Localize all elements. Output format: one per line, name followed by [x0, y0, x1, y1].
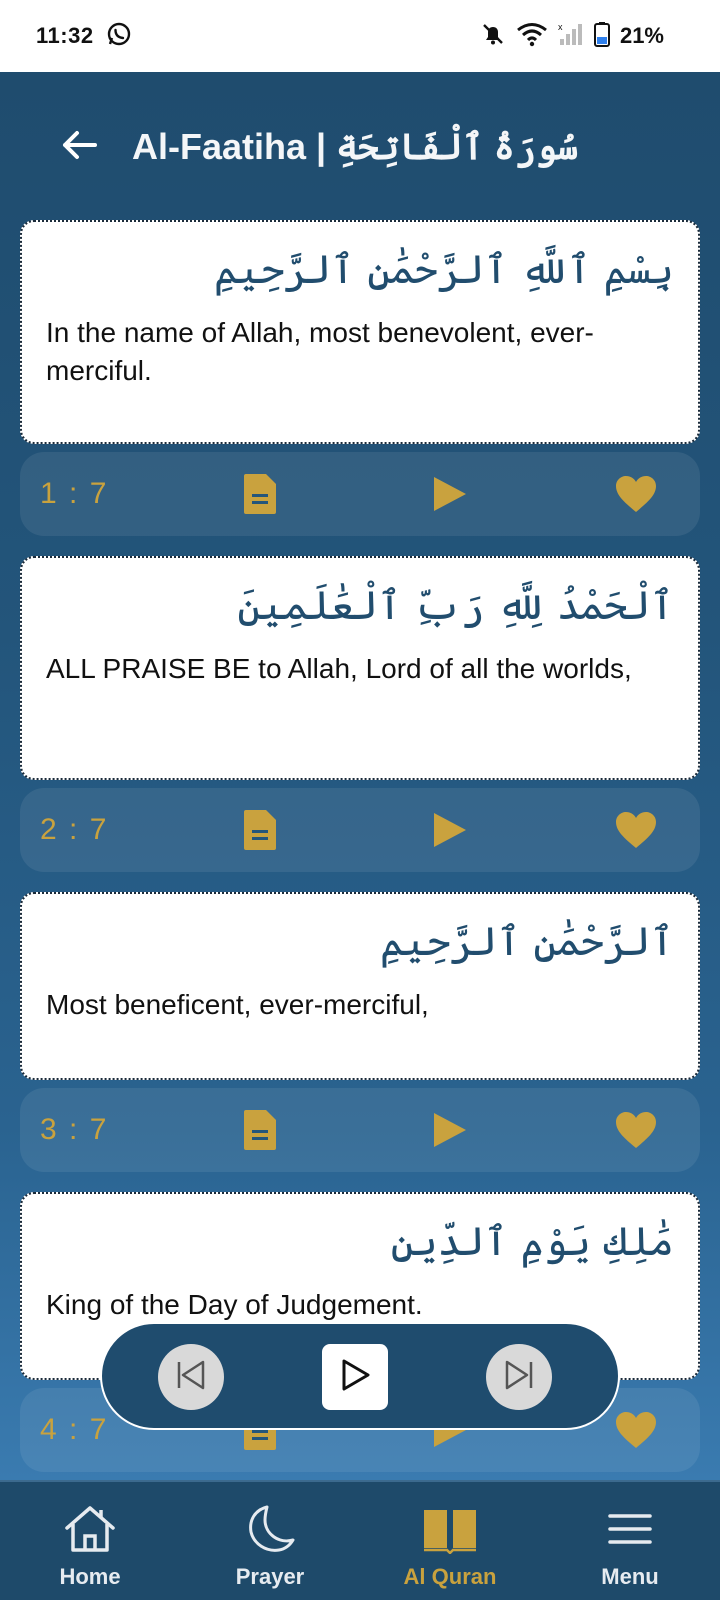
play-button[interactable] [322, 1344, 388, 1410]
verse-number: 1 : 7 [40, 477, 109, 510]
verse-number: 3 : 7 [40, 1113, 109, 1146]
previous-button[interactable] [158, 1344, 224, 1410]
back-button[interactable] [60, 127, 100, 167]
signal-icon: x [558, 21, 584, 52]
play-icon[interactable] [428, 1108, 472, 1152]
verse-actions: 1 : 7 [20, 452, 700, 536]
skip-next-icon [502, 1358, 536, 1396]
skip-previous-icon [174, 1358, 208, 1396]
note-icon[interactable] [238, 808, 282, 852]
battery-icon [593, 21, 610, 52]
nav-label: Al Quran [403, 1564, 497, 1589]
status-bar: 11:32 x 21% [0, 0, 720, 72]
verse-translation: King of the Day of Judgement. [46, 1289, 423, 1320]
play-icon[interactable] [428, 808, 472, 852]
verse-card: ٱلْحَمْدُ لِلَّهِ رَبِّ ٱلْعَٰلَمِينَ AL… [20, 556, 700, 780]
verse-arabic: بِسْمِ ٱللَّهِ ٱلرَّحْمَٰنِ ٱلرَّحِيمِ [213, 247, 674, 293]
verse-translation: Most beneficent, ever-merciful, [46, 989, 429, 1020]
play-icon [338, 1358, 372, 1396]
nav-al-quran[interactable]: Al Quran [360, 1482, 540, 1600]
note-icon[interactable] [238, 1108, 282, 1152]
verse-translation: In the name of Allah, most benevolent, e… [46, 317, 594, 386]
battery-percent: 21% [619, 23, 664, 48]
audio-player [100, 1322, 620, 1430]
verse-translation: ALL PRAISE BE to Allah, Lord of all the … [46, 653, 632, 684]
moon-icon [243, 1504, 297, 1558]
heart-icon[interactable] [614, 1408, 658, 1452]
book-icon [422, 1504, 478, 1558]
verse-arabic: ٱلْحَمْدُ لِلَّهِ رَبِّ ٱلْعَٰلَمِينَ [237, 583, 674, 629]
heart-icon[interactable] [614, 472, 658, 516]
menu-icon [603, 1504, 657, 1558]
nav-label: Prayer [235, 1564, 305, 1589]
page-title: Al-Faatiha | سُورَةُ ٱلْفَاتِحَةِ [132, 126, 579, 167]
bell-off-icon [480, 21, 506, 52]
verse-arabic: مَٰلِكِ يَوْمِ ٱلدِّينِ [390, 1219, 674, 1265]
verse-number: 4 : 7 [40, 1413, 109, 1446]
bottom-nav: Home Prayer Al Quran Menu [0, 1480, 720, 1600]
heart-icon[interactable] [614, 1108, 658, 1152]
verse-actions: 2 : 7 [20, 788, 700, 872]
heart-icon[interactable] [614, 808, 658, 852]
header: Al-Faatiha | سُورَةُ ٱلْفَاتِحَةِ [0, 72, 720, 222]
arrow-left-icon [61, 129, 99, 165]
status-time: 11:32 [36, 23, 94, 48]
verse-number: 2 : 7 [40, 813, 109, 846]
nav-home[interactable]: Home [0, 1482, 180, 1600]
verse-actions: 3 : 7 [20, 1088, 700, 1172]
app-screen: Al-Faatiha | سُورَةُ ٱلْفَاتِحَةِ بِسْمِ… [0, 72, 720, 1480]
next-button[interactable] [486, 1344, 552, 1410]
verse-card: بِسْمِ ٱللَّهِ ٱلرَّحْمَٰنِ ٱلرَّحِيمِ I… [20, 220, 700, 444]
svg-text:x: x [558, 22, 563, 32]
nav-label: Menu [601, 1564, 659, 1589]
nav-prayer[interactable]: Prayer [180, 1482, 360, 1600]
verse-arabic: ٱلرَّحْمَٰنِ ٱلرَّحِيمِ [380, 919, 674, 965]
status-right: x 21% [480, 21, 664, 52]
wifi-icon [516, 21, 548, 52]
nav-label: Home [59, 1564, 121, 1589]
verse-card: ٱلرَّحْمَٰنِ ٱلرَّحِيمِ Most beneficent,… [20, 892, 700, 1080]
status-left: 11:32 [36, 21, 132, 52]
whatsapp-icon [106, 21, 132, 52]
play-icon[interactable] [428, 472, 472, 516]
home-icon [63, 1504, 117, 1558]
nav-menu[interactable]: Menu [540, 1482, 720, 1600]
note-icon[interactable] [238, 472, 282, 516]
